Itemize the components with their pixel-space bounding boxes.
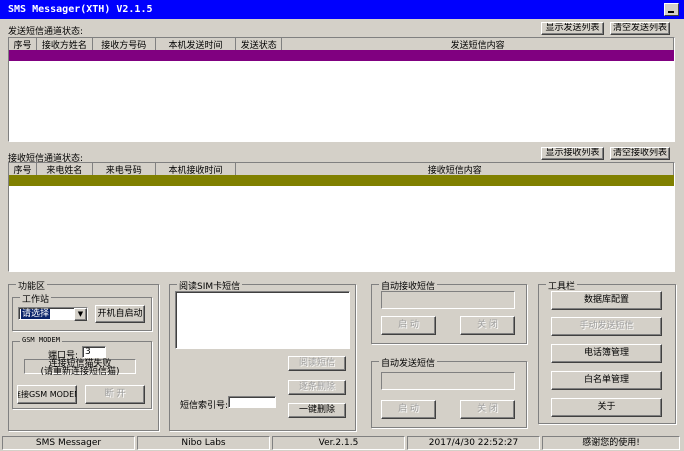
minimize-icon bbox=[668, 11, 674, 13]
auto-send-status bbox=[381, 372, 515, 390]
delete-one-button[interactable]: 逐条删除 bbox=[288, 380, 346, 395]
show-send-list-button[interactable]: 显示发送列表 bbox=[541, 22, 604, 35]
send-list[interactable]: 序号 接收方姓名 接收方号码 本机发送时间 发送状态 发送短信内容 bbox=[8, 37, 675, 142]
send-table-row[interactable] bbox=[9, 50, 674, 61]
auto-send-start-button[interactable]: 启 动 bbox=[381, 400, 436, 419]
status-app: SMS Messager bbox=[2, 436, 135, 450]
sms-index-label: 短信索引号: bbox=[180, 401, 229, 411]
connection-status: 连接短信猫失败 (请重新连接短信猫) bbox=[24, 359, 136, 377]
auto-start-button[interactable]: 开机自启动 bbox=[95, 305, 145, 323]
manual-send-button[interactable]: 手动发送短信 bbox=[551, 317, 662, 336]
clear-recv-list-button[interactable]: 清空接收列表 bbox=[610, 147, 670, 160]
whitelist-button[interactable]: 白名单管理 bbox=[551, 371, 662, 390]
recv-table-row[interactable] bbox=[9, 175, 674, 186]
recv-list[interactable]: 序号 来电姓名 来电号码 本机接收时间 接收短信内容 bbox=[8, 162, 675, 272]
sim-message-textarea[interactable] bbox=[175, 291, 350, 349]
workstation-title: 工作站 bbox=[20, 292, 52, 305]
status-thanks: 感谢您的使用! bbox=[542, 436, 680, 450]
clear-send-list-button[interactable]: 清空发送列表 bbox=[610, 22, 670, 35]
port-input[interactable]: 3 bbox=[82, 346, 106, 358]
send-status-label: 发送短信通道状态: bbox=[8, 27, 84, 37]
auto-receive-start-button[interactable]: 启 动 bbox=[381, 316, 436, 335]
auto-send-title: 自动发送短信 bbox=[379, 356, 438, 369]
status-company: Nibo Labs bbox=[137, 436, 270, 450]
about-button[interactable]: 关于 bbox=[551, 398, 662, 417]
read-sms-button[interactable]: 阅读短信 bbox=[288, 356, 346, 371]
phonebook-button[interactable]: 电话簿管理 bbox=[551, 344, 662, 363]
window-title: SMS Messager(XTH) V2.1.5 bbox=[8, 4, 153, 15]
workstation-select[interactable]: 请选择 ▼ bbox=[18, 307, 88, 321]
function-area-title: 功能区 bbox=[16, 279, 48, 292]
show-recv-list-button[interactable]: 显示接收列表 bbox=[541, 147, 604, 160]
delete-all-button[interactable]: 一键删除 bbox=[288, 403, 346, 418]
auto-send-stop-button[interactable]: 关 闭 bbox=[460, 400, 515, 419]
auto-receive-status bbox=[381, 291, 515, 309]
connection-status-line2: (请重新连接短信猫) bbox=[40, 367, 120, 377]
chevron-down-icon[interactable]: ▼ bbox=[74, 308, 87, 321]
status-datetime: 2017/4/30 22:52:27 bbox=[407, 436, 540, 450]
status-version: Ver.2.1.5 bbox=[272, 436, 405, 450]
sms-index-input[interactable] bbox=[228, 396, 276, 408]
connect-gsm-button[interactable]: 连接GSM MODEM bbox=[17, 385, 77, 404]
title-bar: SMS Messager(XTH) V2.1.5 bbox=[0, 0, 684, 19]
workstation-select-value: 请选择 bbox=[21, 309, 51, 319]
database-config-button[interactable]: 数据库配置 bbox=[551, 291, 662, 310]
gsm-modem-title: GSM MODEM bbox=[20, 336, 62, 344]
minimize-button[interactable] bbox=[664, 3, 679, 16]
disconnect-button[interactable]: 断 开 bbox=[85, 385, 145, 404]
auto-receive-stop-button[interactable]: 关 闭 bbox=[460, 316, 515, 335]
